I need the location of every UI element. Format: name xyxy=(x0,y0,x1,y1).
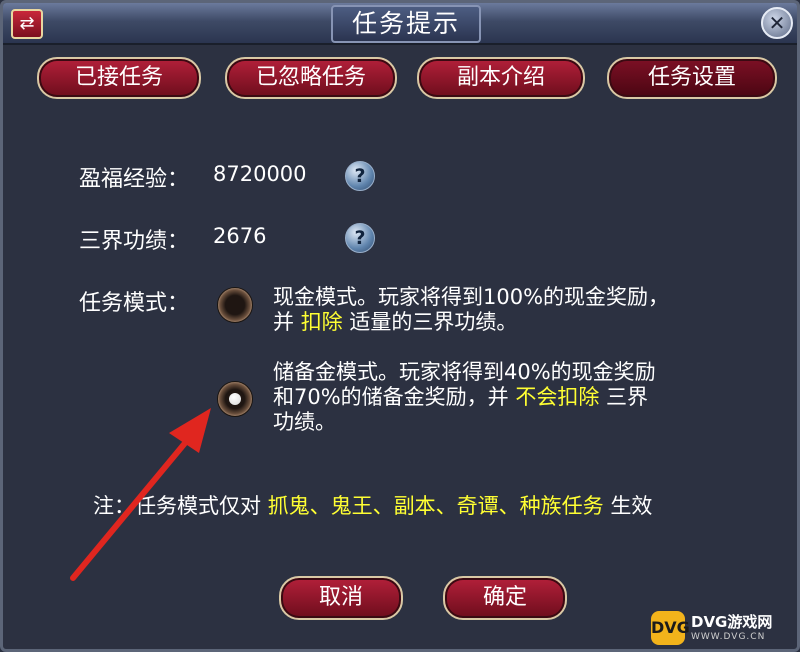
watermark-url: WWW.DVG.CN xyxy=(691,632,766,642)
task-hint-window: ⇄ 任务提示 ✕ 已接任务 已忽略任务 副本介绍 任务设置 盈福经验： 8720… xyxy=(0,0,800,652)
red-arrow-annotation xyxy=(70,408,211,581)
arrow-shaft xyxy=(70,428,198,581)
arrow-head xyxy=(169,408,211,453)
watermark-logo: DVG xyxy=(651,611,690,645)
watermark: DVG DVG游戏网 WWW.DVG.CN xyxy=(651,606,797,649)
watermark-text: DVG游戏网 xyxy=(691,613,773,631)
